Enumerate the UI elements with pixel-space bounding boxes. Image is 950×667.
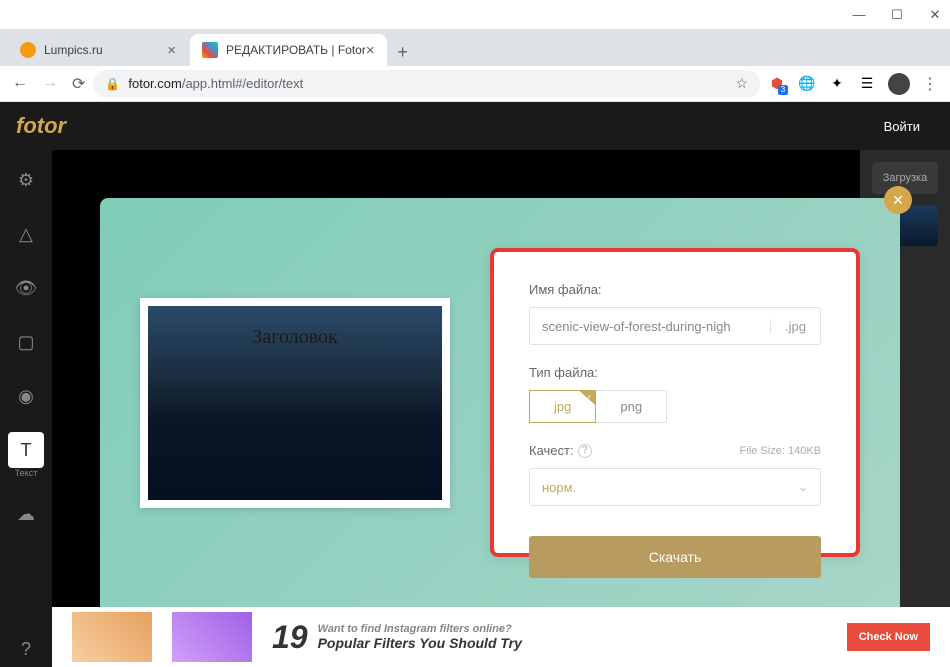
url-input[interactable]: 🔒 fotor.com/app.html#/editor/text ☆	[93, 70, 760, 98]
extensions-icon[interactable]: ✦	[828, 75, 846, 93]
text-tool-icon[interactable]: T	[8, 432, 44, 468]
help-icon[interactable]: ?	[8, 631, 44, 667]
tabs-bar: Lumpics.ru × РЕДАКТИРОВАТЬ | Fotor × +	[0, 30, 950, 66]
filename-input[interactable]	[530, 319, 770, 334]
filetype-label: Тип файла:	[529, 365, 821, 380]
new-tab-button[interactable]: +	[389, 38, 417, 66]
cloud-icon[interactable]: ☁	[8, 496, 44, 532]
tab-title: РЕДАКТИРОВАТЬ | Fotor	[226, 43, 366, 57]
export-modal: ✕ Заголовок Имя файла: .jpg Тип файла:	[100, 198, 900, 607]
filetype-png-button[interactable]: png	[596, 390, 667, 423]
help-icon[interactable]: ?	[578, 444, 592, 458]
app-header: fotor Войти	[0, 102, 950, 150]
forward-button[interactable]: →	[42, 74, 58, 94]
text-tool-label: Текст	[15, 468, 38, 478]
download-button[interactable]: Скачать	[529, 536, 821, 578]
file-size-text: File Size: 140KB	[740, 445, 821, 457]
close-tab-icon[interactable]: ×	[167, 42, 176, 59]
maximize-button[interactable]: ☐	[890, 7, 904, 23]
lock-icon: 🔒	[105, 77, 120, 91]
preview-image: Заголовок	[148, 306, 442, 500]
quality-label: Качест:	[529, 443, 574, 458]
filename-extension: .jpg	[770, 319, 820, 334]
extension-adblock-icon[interactable]: ⬢	[768, 75, 786, 93]
minimize-button[interactable]: —	[852, 7, 866, 23]
fotor-logo[interactable]: fotor	[16, 113, 66, 139]
banner-line2: Popular Filters You Should Try	[318, 635, 522, 651]
banner-line1: Want to find Instagram filters online?	[318, 623, 522, 635]
banner-image	[172, 612, 252, 662]
preview-title-text: Заголовок	[252, 326, 337, 349]
filetype-jpg-button[interactable]: jpg	[529, 390, 596, 423]
favicon-icon	[202, 42, 218, 58]
banner-image	[72, 612, 152, 662]
reload-button[interactable]: ⟳	[72, 74, 85, 94]
profile-avatar[interactable]	[888, 73, 910, 95]
filename-label: Имя файла:	[529, 282, 821, 297]
extension-globe-icon[interactable]: 🌐	[798, 75, 816, 93]
tab-title: Lumpics.ru	[44, 43, 103, 57]
chevron-down-icon: ⌄	[798, 480, 808, 494]
quality-value: норм.	[542, 480, 576, 495]
menu-button[interactable]: ⋮	[922, 74, 938, 94]
address-bar: ← → ⟳ 🔒 fotor.com/app.html#/editor/text …	[0, 66, 950, 102]
reading-list-icon[interactable]: ☰	[858, 75, 876, 93]
bookmark-icon[interactable]: ☆	[735, 75, 748, 92]
back-button[interactable]: ←	[12, 74, 28, 94]
stickers-icon[interactable]: ◉	[8, 378, 44, 414]
beauty-icon[interactable]: 👁	[8, 270, 44, 306]
url-path: /app.html#/editor/text	[182, 76, 303, 91]
export-panel: Имя файла: .jpg Тип файла: jpg png Ка	[490, 248, 860, 557]
frames-icon[interactable]: ▢	[8, 324, 44, 360]
close-tab-icon[interactable]: ×	[366, 42, 375, 59]
tab-lumpics[interactable]: Lumpics.ru ×	[8, 34, 188, 66]
effects-icon[interactable]: △	[8, 216, 44, 252]
quality-select[interactable]: норм. ⌄	[529, 468, 821, 506]
left-toolbar: ⚙ △ 👁 ▢ ◉ T Текст ☁ ?	[0, 150, 52, 667]
adjust-icon[interactable]: ⚙	[8, 162, 44, 198]
close-modal-icon[interactable]: ✕	[884, 186, 912, 214]
favicon-icon	[20, 42, 36, 58]
close-window-button[interactable]: ✕	[928, 7, 942, 23]
login-button[interactable]: Войти	[870, 113, 934, 140]
preview-box: Заголовок	[140, 298, 450, 508]
url-domain: fotor.com	[128, 76, 181, 91]
banner-number: 19	[272, 619, 308, 656]
promo-banner: 19 Want to find Instagram filters online…	[52, 607, 950, 667]
tab-fotor[interactable]: РЕДАКТИРОВАТЬ | Fotor ×	[190, 34, 387, 66]
check-now-button[interactable]: Check Now	[847, 623, 930, 651]
